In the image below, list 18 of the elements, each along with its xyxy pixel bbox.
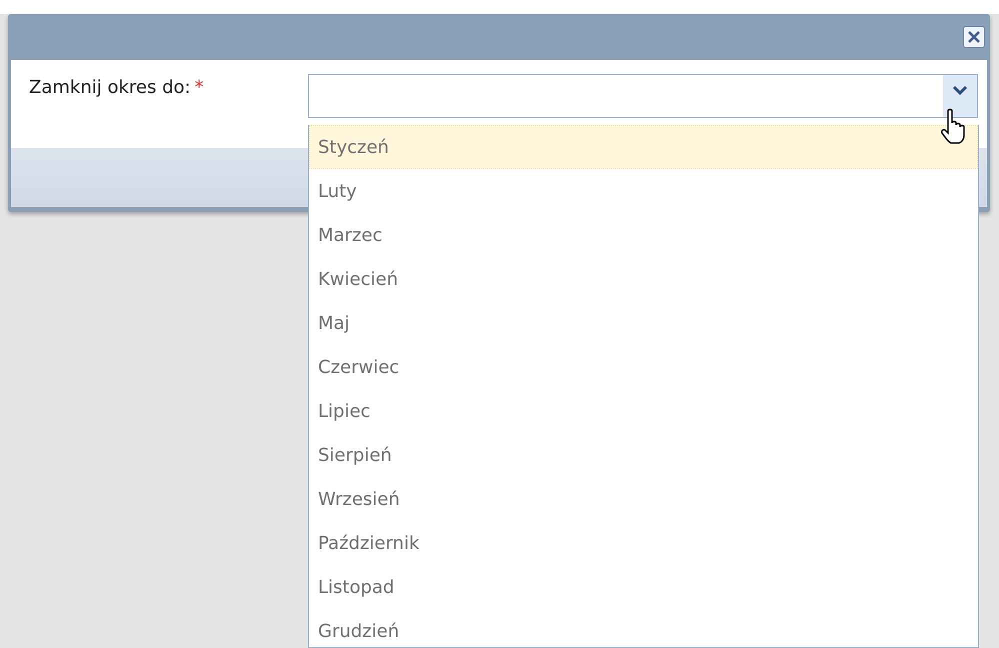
month-option[interactable]: Październik <box>309 521 978 565</box>
month-option[interactable]: Czerwiec <box>309 345 978 389</box>
month-option[interactable]: Maj <box>309 301 978 345</box>
required-mark: * <box>194 76 204 100</box>
field-label: Zamknij okres do: <box>29 76 191 100</box>
month-option[interactable]: Marzec <box>309 213 978 257</box>
month-option[interactable]: Luty <box>309 169 978 213</box>
month-option[interactable]: Kwiecień <box>309 257 978 301</box>
month-option[interactable]: Sierpień <box>309 433 978 477</box>
month-option[interactable]: Lipiec <box>309 389 978 433</box>
chevron-down-icon <box>952 85 968 95</box>
month-option[interactable]: Wrzesień <box>309 477 978 521</box>
month-option[interactable]: Styczeń <box>309 125 978 169</box>
close-icon <box>967 30 981 44</box>
dropdown-trigger[interactable] <box>943 75 977 117</box>
month-option[interactable]: Grudzień <box>309 609 978 647</box>
close-button[interactable] <box>963 26 985 48</box>
month-option[interactable]: Listopad <box>309 565 978 609</box>
